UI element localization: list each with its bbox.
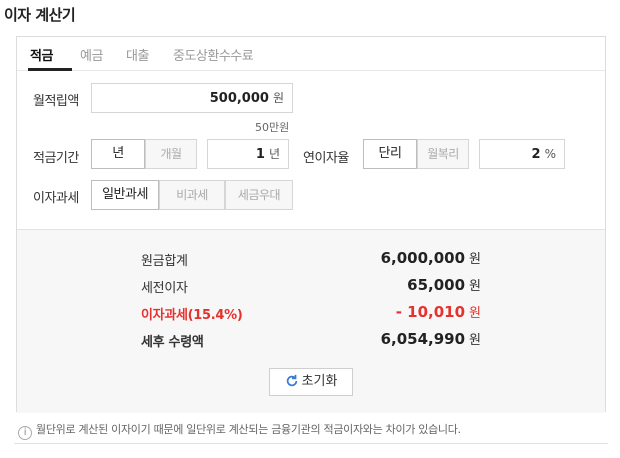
active-tab-indicator <box>28 68 72 71</box>
rate-value: 2 <box>531 147 541 162</box>
period-unit-year[interactable]: 년 <box>91 139 145 169</box>
rate-compound[interactable]: 월복리 <box>417 139 469 169</box>
net-value: 6,054,990 원 <box>381 329 481 348</box>
tax-deduction-label: 이자과세(15.4%) <box>141 308 243 323</box>
tab-savings[interactable]: 적금 <box>30 45 53 64</box>
tab-bar: 적금 예금 대출 중도상환수수료 <box>17 37 605 71</box>
tax-exempt[interactable]: 비과세 <box>159 180 225 210</box>
net-label: 세후 수령액 <box>141 335 204 350</box>
reset-label: 초기화 <box>301 374 338 389</box>
tax-deduction-unit: 원 <box>469 306 481 321</box>
rate-unit: % <box>544 147 556 161</box>
reset-button[interactable]: 초기화 <box>269 368 353 396</box>
result-panel: 원금합계 6,000,000 원 세전이자 65,000 원 이자과세(15.4%)… <box>17 229 605 413</box>
tax-deduction-value: - 10,010 원 <box>396 302 481 321</box>
rate-input[interactable]: 2% <box>479 139 565 169</box>
net-unit: 원 <box>469 333 481 348</box>
monthly-amount-value: 500,000 <box>209 91 269 106</box>
pretax-label: 세전이자 <box>141 281 188 296</box>
monthly-amount-unit: 원 <box>272 91 284 105</box>
tab-prepayment-fee[interactable]: 중도상환수수료 <box>173 45 254 64</box>
monthly-amount-input[interactable]: 500,000 원 <box>91 83 293 113</box>
tax-label: 이자과세 <box>33 191 79 206</box>
pretax-unit: 원 <box>469 279 481 294</box>
principal-unit: 원 <box>469 252 481 267</box>
principal-label: 원금합계 <box>141 254 188 269</box>
tax-preferential[interactable]: 세금우대 <box>225 180 293 210</box>
refresh-icon <box>286 374 297 387</box>
footnote: i 월단위로 계산된 이자이기 때문에 일단위로 계산되는 금융기관의 적금이자와… <box>18 421 461 440</box>
calculator-card: 적금 예금 대출 중도상환수수료 월적립액 500,000 원 50만원 적금기간… <box>16 36 606 413</box>
pretax-amount: 65,000 <box>407 276 466 294</box>
info-icon: i <box>18 426 32 440</box>
period-label: 적금기간 <box>33 151 79 166</box>
tax-deduction-amount: - 10,010 <box>395 303 466 321</box>
rate-simple[interactable]: 단리 <box>363 139 417 169</box>
footnote-text: 월단위로 계산된 이자이기 때문에 일단위로 계산되는 금융기관의 적금이자와는… <box>36 423 461 436</box>
monthly-hint: 50만원 <box>255 121 290 134</box>
page-title: 이자 계산기 <box>4 6 76 24</box>
tab-loan[interactable]: 대출 <box>126 45 149 64</box>
divider <box>14 443 608 444</box>
rate-label: 연이자율 <box>303 151 349 166</box>
monthly-label: 월적립액 <box>33 94 79 109</box>
period-value: 1 <box>255 147 265 162</box>
tax-general[interactable]: 일반과세 <box>91 180 159 210</box>
period-input[interactable]: 1년 <box>207 139 289 169</box>
pretax-value: 65,000 원 <box>407 275 481 294</box>
net-amount: 6,054,990 <box>380 330 466 348</box>
period-unit: 년 <box>268 147 280 161</box>
tab-deposit[interactable]: 예금 <box>80 45 103 64</box>
principal-value: 6,000,000 원 <box>381 248 481 267</box>
principal-amount: 6,000,000 <box>380 249 466 267</box>
period-unit-month[interactable]: 개월 <box>145 139 197 169</box>
